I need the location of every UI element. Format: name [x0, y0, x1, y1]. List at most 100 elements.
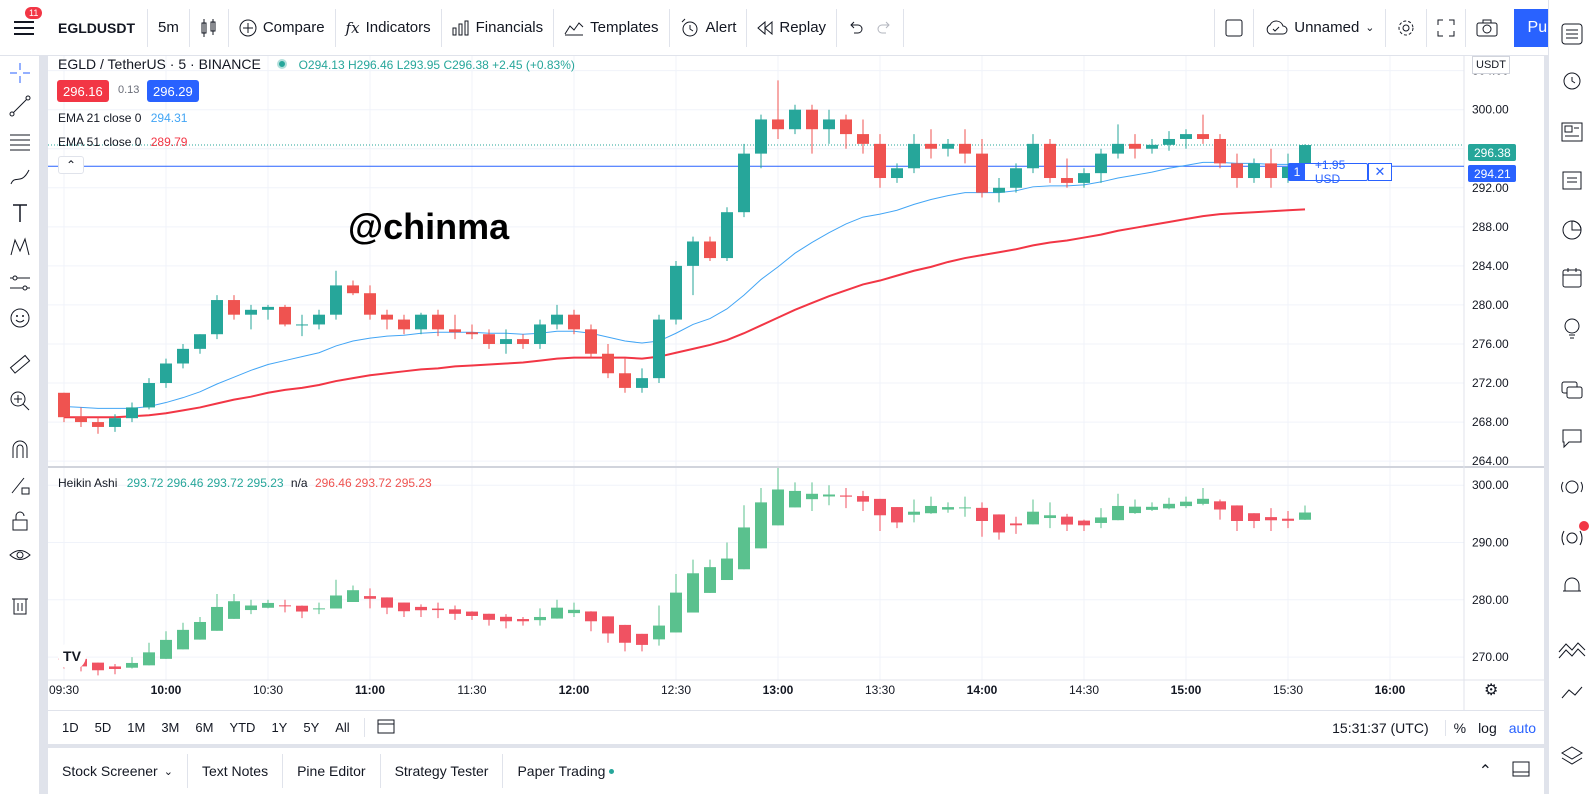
- tab-paper-trading[interactable]: Paper Trading: [503, 754, 628, 788]
- layers-icon: [1561, 746, 1583, 765]
- object-tree-button[interactable]: [1558, 680, 1586, 708]
- calendar-button[interactable]: [1558, 264, 1586, 292]
- chart-canvas[interactable]: 304.00300.00296.00292.00288.00284.00280.…: [48, 56, 1544, 710]
- goto-date-button[interactable]: [363, 718, 407, 737]
- streams-button[interactable]: [1558, 521, 1589, 552]
- candle-body: [364, 293, 376, 315]
- alert-button[interactable]: Alert: [670, 8, 748, 47]
- main-menu-button[interactable]: 11: [0, 6, 48, 47]
- layers-button[interactable]: [1558, 742, 1586, 770]
- buy-price[interactable]: 296.29: [147, 80, 199, 102]
- tradingview-logo-icon[interactable]: TV: [58, 642, 86, 670]
- sell-price[interactable]: 296.16: [57, 80, 109, 102]
- hide-drawings-tool[interactable]: [7, 542, 33, 568]
- log-scale-toggle[interactable]: log: [1478, 720, 1497, 736]
- range-button-3m[interactable]: 3M: [153, 720, 187, 735]
- chart-type-button[interactable]: [190, 8, 229, 47]
- heikin-body: [1265, 517, 1277, 521]
- heikin-body: [517, 619, 529, 622]
- maximize-panel-icon[interactable]: [1512, 761, 1530, 777]
- alert-line-badge[interactable]: 1 +1.95 USD: [1288, 158, 1368, 186]
- brush-tool[interactable]: [7, 164, 33, 190]
- snapshot-button[interactable]: [1466, 9, 1508, 47]
- tab-label: Strategy Tester: [394, 763, 489, 779]
- chats-button[interactable]: [1558, 376, 1586, 404]
- redo-icon[interactable]: [877, 21, 893, 35]
- tab-text-notes[interactable]: Text Notes: [188, 754, 284, 788]
- range-button-1d[interactable]: 1D: [54, 720, 87, 735]
- messages-button[interactable]: [1558, 424, 1586, 452]
- alerts-button[interactable]: [1558, 66, 1586, 94]
- tab-strategy-tester[interactable]: Strategy Tester: [381, 754, 504, 788]
- heikin-body: [1248, 513, 1260, 521]
- heikin-body: [704, 567, 716, 593]
- trash-icon: [12, 598, 28, 615]
- range-button-1m[interactable]: 1M: [119, 720, 153, 735]
- percent-scale-toggle[interactable]: %: [1454, 720, 1466, 736]
- fib-tool[interactable]: [7, 129, 33, 155]
- hotlists-button[interactable]: [1558, 166, 1586, 194]
- measure-tool[interactable]: [7, 352, 33, 378]
- financials-button[interactable]: Financials: [442, 8, 555, 47]
- candle-body: [619, 373, 631, 388]
- templates-button[interactable]: Templates: [554, 8, 670, 47]
- range-button-1y[interactable]: 1Y: [263, 720, 295, 735]
- indicators-button[interactable]: fx Indicators: [336, 8, 442, 47]
- alert-level: 1: [1289, 164, 1305, 180]
- save-layout-button[interactable]: Unnamed ⌄: [1254, 8, 1386, 47]
- close-alert-icon[interactable]: ✕: [1368, 163, 1392, 181]
- dom-button[interactable]: [1558, 216, 1586, 244]
- time-axis-label: 15:00: [1171, 683, 1202, 697]
- undo-icon[interactable]: [847, 21, 863, 35]
- candle-body: [857, 134, 869, 144]
- time-axis-label: 15:30: [1273, 683, 1303, 697]
- zoom-tool[interactable]: [7, 388, 33, 414]
- lock-drawings-tool[interactable]: [7, 508, 33, 534]
- price-axis-label: 300.00: [1472, 478, 1509, 492]
- range-button-ytd[interactable]: YTD: [221, 720, 263, 735]
- compare-button[interactable]: Compare: [229, 8, 336, 47]
- trading-panel-button[interactable]: [1558, 636, 1586, 664]
- axis-settings-gear-icon[interactable]: ⚙: [1484, 680, 1498, 700]
- data-window-button[interactable]: [1558, 118, 1586, 146]
- replay-button[interactable]: Replay: [747, 8, 838, 47]
- tab-stock-screener[interactable]: Stock Screener ⌄: [48, 754, 188, 788]
- collapse-panel-icon[interactable]: ⌃: [1479, 761, 1492, 781]
- heikin-body: [1282, 518, 1294, 521]
- remove-drawings-tool[interactable]: [7, 592, 33, 618]
- stay-drawing-tool[interactable]: [7, 472, 33, 498]
- currency-label[interactable]: USDT: [1472, 56, 1510, 74]
- heikin-body: [551, 607, 563, 619]
- trend-line-tool[interactable]: [7, 93, 33, 119]
- range-button-all[interactable]: All: [327, 720, 357, 735]
- watchlist-button[interactable]: [1558, 20, 1586, 48]
- range-button-5y[interactable]: 5Y: [295, 720, 327, 735]
- icons-tool[interactable]: [7, 305, 33, 331]
- interval-button[interactable]: 5m: [148, 8, 190, 47]
- pattern-tool[interactable]: [7, 234, 33, 260]
- undo-redo-group: [837, 8, 905, 47]
- notifications-bell-button[interactable]: [1558, 572, 1586, 600]
- replay-label: Replay: [779, 19, 827, 36]
- heikin-body: [347, 590, 359, 602]
- text-tool[interactable]: [7, 200, 33, 226]
- utc-clock[interactable]: 15:31:37 (UTC): [1332, 720, 1444, 736]
- auto-scale-toggle[interactable]: auto: [1509, 720, 1536, 736]
- notifications-button[interactable]: [1558, 474, 1586, 502]
- crosshair-tool[interactable]: [7, 60, 33, 86]
- symbol-search-button[interactable]: EGLDUSDT: [48, 8, 148, 47]
- heikin-body: [1214, 501, 1226, 510]
- ideas-button[interactable]: [1558, 314, 1586, 342]
- templates-label: Templates: [590, 19, 659, 36]
- range-button-5d[interactable]: 5D: [87, 720, 120, 735]
- prediction-tool[interactable]: [7, 270, 33, 296]
- magnet-tool[interactable]: [7, 436, 33, 462]
- settings-button[interactable]: [1386, 8, 1427, 47]
- layout-select-button[interactable]: [1214, 8, 1255, 47]
- collapse-legend-button[interactable]: ⌃: [58, 156, 84, 174]
- tab-pine-editor[interactable]: Pine Editor: [283, 754, 381, 788]
- gear-icon: [1398, 20, 1414, 35]
- fullscreen-button[interactable]: [1427, 8, 1466, 47]
- chart-area[interactable]: 304.00300.00296.00292.00288.00284.00280.…: [48, 56, 1544, 710]
- range-button-6m[interactable]: 6M: [187, 720, 221, 735]
